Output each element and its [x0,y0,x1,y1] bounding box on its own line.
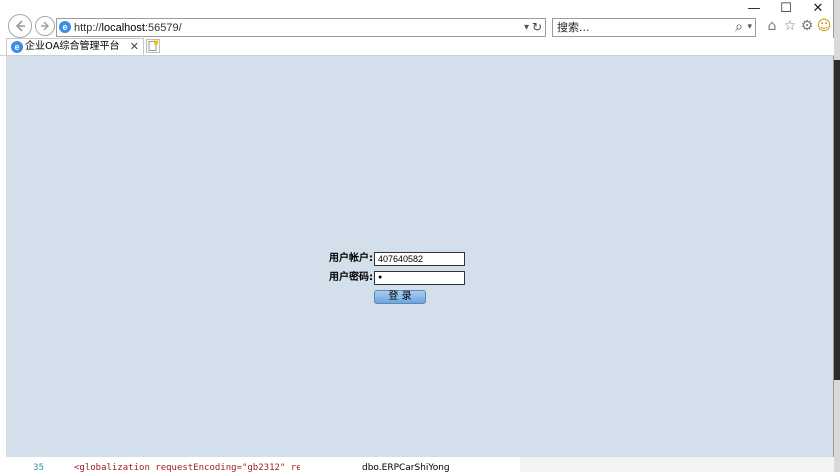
page-content: 用户帐户: 407640582 用户密码: ● 登 录 [6,56,833,457]
username-input[interactable]: 407640582 [374,252,465,266]
tab-close-icon[interactable]: ✕ [130,39,139,54]
navigation-toolbar: e http://localhost:56579/ ▾ ↻ 搜索... ⌕ ▾ … [0,14,834,40]
back-arrow-icon [15,20,25,32]
search-input[interactable]: 搜索... [557,20,590,36]
favorites-star-icon[interactable]: ☆ [782,18,798,34]
line-number: 35 [33,463,44,472]
tab-oa-platform[interactable]: e 企业OA综合管理平台 ✕ [6,38,144,55]
feedback-smiley-icon[interactable]: ☺ [816,18,832,34]
new-tab-button[interactable] [146,39,160,53]
code-snippet: <globalization requestEncoding="gb2312" … [74,463,318,472]
tab-title: 企业OA综合管理平台 [25,41,120,52]
address-bar[interactable]: e http://localhost:56579/ ▾ ↻ [56,18,546,37]
login-button[interactable]: 登 录 [374,290,426,304]
search-dropdown-icon[interactable]: ▾ [747,19,752,36]
search-box[interactable]: 搜索... ⌕ ▾ [552,18,756,37]
tab-ie-icon: e [11,41,23,53]
background-tree-item: dbo.ERPCarShiYong [300,457,520,472]
address-url[interactable]: http://localhost:56579/ [74,20,182,36]
password-input[interactable]: ● [374,271,465,285]
address-dropdown-icon[interactable]: ▾ [524,19,529,36]
forward-button[interactable] [35,16,55,36]
home-icon[interactable]: ⌂ [764,18,780,34]
search-icon[interactable]: ⌕ [735,18,743,36]
background-code-line: 35 <globalization requestEncoding="gb2312… [0,457,318,472]
settings-gear-icon[interactable]: ⚙ [799,18,815,34]
tab-bar: e 企业OA综合管理平台 ✕ [0,38,834,56]
password-label: 用户密码: [329,272,373,283]
back-button[interactable] [8,14,32,38]
browser-window: — ☐ ✕ e http://localhost:56579/ ▾ ↻ 搜索..… [0,0,834,472]
new-tab-icon [148,40,158,51]
username-label: 用户帐户: [329,253,373,264]
ie-page-icon: e [59,21,71,33]
forward-arrow-icon [41,21,49,31]
background-window-edge [834,0,840,472]
refresh-icon[interactable]: ↻ [532,19,542,36]
background-editor-strip: 35 <globalization requestEncoding="gb2312… [0,457,834,472]
